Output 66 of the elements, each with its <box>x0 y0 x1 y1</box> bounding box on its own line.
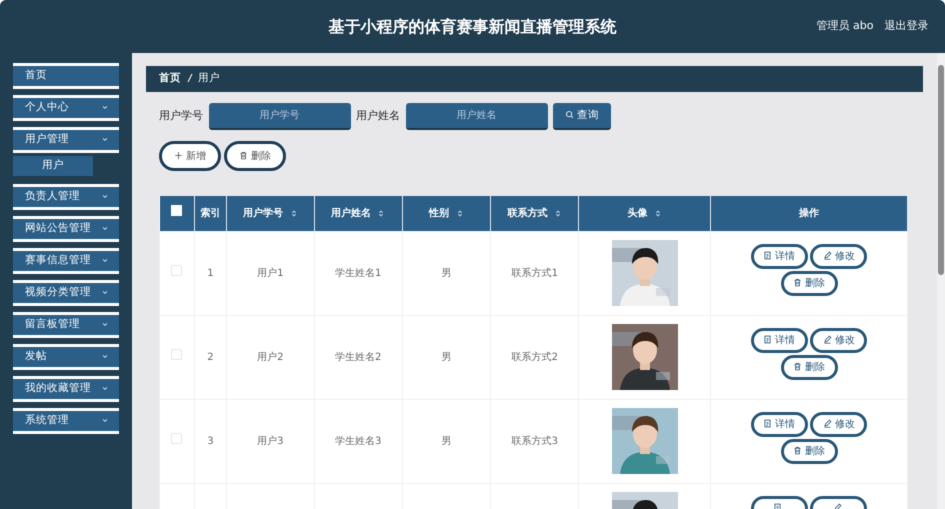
sidebar-item[interactable]: 用户管理 <box>13 127 119 153</box>
table-cell: 用户3 <box>226 399 314 483</box>
field-label: 用户姓名 <box>356 108 400 124</box>
sidebar-item[interactable]: 赛事信息管理 <box>13 248 119 274</box>
column-header[interactable]: 用户学号 <box>226 196 314 231</box>
sidebar-item[interactable]: 个人中心 <box>13 95 119 121</box>
sidebar-item[interactable]: 视频分类管理 <box>13 280 119 306</box>
table-cell: 2 <box>194 315 226 399</box>
sidebar-item-label[interactable]: 视频分类管理 <box>25 285 91 301</box>
breadcrumb-item: 用户 <box>198 71 220 86</box>
input-field[interactable]: 用户姓名 <box>406 103 548 130</box>
column-header[interactable]: 用户姓名 <box>314 196 402 231</box>
sidebar-item-label[interactable]: 系统管理 <box>25 413 69 429</box>
user-name: 管理员 abo <box>816 18 874 34</box>
edit-button[interactable]: 修改 <box>810 328 868 352</box>
sidebar-item[interactable]: 首页 <box>13 63 119 89</box>
detail-button[interactable]: 详情 <box>750 412 808 436</box>
table-cell: 学生姓名2 <box>314 315 402 399</box>
detail-button[interactable]: 详情 <box>750 244 808 268</box>
sidebar-item[interactable]: 负责人管理 <box>13 184 119 210</box>
app-title: 基于小程序的体育赛事新闻直播管理系统 <box>328 16 616 38</box>
table-cell: 联系方式2 <box>490 315 579 399</box>
sidebar-item-label[interactable]: 用户管理 <box>25 132 69 148</box>
sidebar-item[interactable]: 留言板管理 <box>13 312 119 338</box>
table-cell: 3 <box>194 399 226 483</box>
table-cell: 男 <box>402 399 491 483</box>
add-button[interactable]: 新增 <box>159 141 221 171</box>
column-header: 索引 <box>194 196 226 231</box>
sidebar-item-label[interactable]: 负责人管理 <box>25 189 80 205</box>
column-header[interactable]: 头像 <box>578 196 711 231</box>
table-cell: 用户1 <box>226 231 314 315</box>
sidebar-subitem[interactable]: 用户 <box>13 156 93 176</box>
table-cell: 1 <box>194 231 226 315</box>
field-label: 用户学号 <box>159 108 203 124</box>
sidebar-item-label[interactable]: 赛事信息管理 <box>25 253 91 269</box>
table-cell: 男 <box>402 315 491 399</box>
sidebar-item[interactable]: 系统管理 <box>13 408 119 434</box>
sidebar-item[interactable]: 发帖 <box>13 344 119 370</box>
column-header[interactable]: 联系方式 <box>490 196 579 231</box>
table-cell: 联系方式3 <box>490 399 579 483</box>
sidebar-item[interactable]: 我的收藏管理 <box>13 376 119 402</box>
logout-link[interactable]: 退出登录 <box>884 18 928 35</box>
delete-button[interactable]: 删除 <box>224 141 286 171</box>
table-cell: 男 <box>402 231 491 315</box>
input-field[interactable]: 用户学号 <box>208 103 350 130</box>
breadcrumb-item[interactable]: 首页 <box>159 71 181 87</box>
detail-button[interactable]: 详情 <box>750 328 808 352</box>
table-cell: 联系方式1 <box>490 231 579 315</box>
delete-button[interactable]: 删除 <box>780 271 838 296</box>
column-header[interactable]: 性别 <box>402 196 491 231</box>
column-header: 操作 <box>710 196 908 231</box>
sidebar-item-label[interactable]: 首页 <box>25 68 47 84</box>
table-cell: 用户2 <box>226 315 314 399</box>
sidebar-item-label[interactable]: 我的收藏管理 <box>25 381 91 397</box>
search-button[interactable]: 查询 <box>553 103 611 130</box>
sidebar-item-label[interactable]: 个人中心 <box>25 100 69 116</box>
delete-button[interactable]: 删除 <box>780 439 838 464</box>
edit-button[interactable]: 修改 <box>810 244 868 268</box>
sidebar-item[interactable]: 网站公告管理 <box>13 216 119 242</box>
sidebar-item-label[interactable]: 留言板管理 <box>25 317 80 333</box>
sidebar-item-label[interactable]: 网站公告管理 <box>25 221 91 237</box>
delete-button[interactable]: 删除 <box>780 355 838 380</box>
table-cell: 学生姓名1 <box>314 231 402 315</box>
sidebar-item-label[interactable]: 发帖 <box>25 349 47 365</box>
table-cell: 学生姓名3 <box>314 399 402 483</box>
edit-button[interactable]: 修改 <box>810 412 868 436</box>
